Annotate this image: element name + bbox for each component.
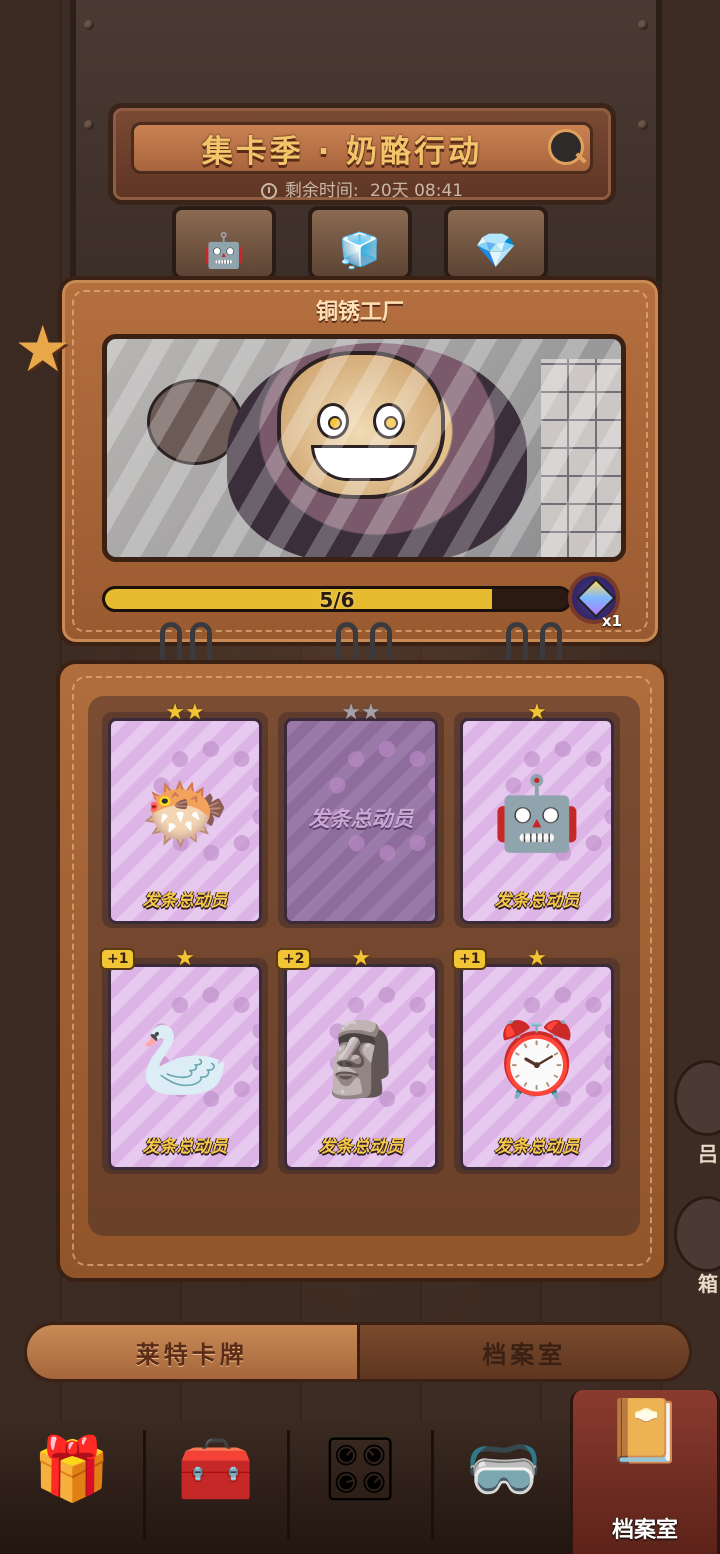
album-tab-robot[interactable]: 🤖 <box>172 206 276 280</box>
collection-card[interactable]: 发条总动员 <box>284 718 438 924</box>
page-title: 集卡季 · 奶酪行动 <box>201 133 483 170</box>
album-portrait <box>102 334 626 562</box>
tab-cards[interactable]: 莱特卡牌 <box>27 1325 360 1379</box>
title-plate: 集卡季 · 奶酪行动 剩余时间: 20天 08:41 <box>108 103 616 205</box>
collection-card[interactable]: ⏰ 发条总动员 <box>460 964 614 1170</box>
lunchbox-icon: 🧰 <box>177 1432 255 1505</box>
nav-control-panel[interactable]: 🎛 <box>288 1420 432 1554</box>
timer-row: 剩余时间: 20天 08:41 <box>113 176 611 201</box>
card-slot: ★ +1 🦢 发条总动员 <box>100 946 268 1174</box>
clock-icon <box>260 183 277 199</box>
collection-card[interactable]: 🗿 发条总动员 <box>284 964 438 1170</box>
duplicate-count-badge: +2 <box>276 948 312 970</box>
card-name: 发条总动员 <box>142 1137 228 1157</box>
control-panel-icon: 🎛 <box>320 1432 400 1505</box>
collection-card[interactable]: 🤖 发条总动员 <box>460 718 614 924</box>
album-title: 铜锈工厂 <box>315 300 404 325</box>
card-slot: ★ +2 🗿 发条总动员 <box>276 946 444 1174</box>
collection-progress-bar: 5/6 <box>102 586 572 612</box>
card-name: 发条总动员 <box>142 891 228 911</box>
card-name: 发条总动员 <box>318 1137 404 1157</box>
star-chest-icon: 🎁 <box>33 1432 111 1505</box>
nav-star-chest[interactable]: 🎁 <box>0 1420 144 1554</box>
card-stars: ★ <box>527 700 547 725</box>
goggles-chest-icon: 🥽 <box>465 1432 543 1505</box>
collection-card[interactable]: 🦢 发条总动员 <box>108 964 262 1170</box>
section-tabs: 莱特卡牌 档案室 <box>24 1322 692 1382</box>
bottom-nav: 🎁 🧰 🎛 🥽 📔 档案室 <box>0 1390 720 1554</box>
rivet <box>638 20 648 30</box>
nav-lunchbox[interactable]: 🧰 <box>144 1420 288 1554</box>
album-selector: 🤖 🧊 💎 <box>0 206 720 286</box>
rivet <box>638 120 648 130</box>
side-label-1: 吕 <box>698 1142 718 1166</box>
cannon-character: 🗿 <box>316 1017 406 1101</box>
gem-icon: 💎 <box>474 231 518 271</box>
nav-goggles-chest[interactable]: 🥽 <box>432 1420 576 1554</box>
card-slot: ★★ 发条总动员 <box>278 700 444 928</box>
archive-book-icon: 📔 <box>606 1394 684 1467</box>
reward-button[interactable]: x1 <box>568 572 622 630</box>
album-tab-cube[interactable]: 🧊 <box>308 206 412 280</box>
cube-icon: 🧊 <box>338 231 382 271</box>
album-tab-gem[interactable]: 💎 <box>444 206 548 280</box>
card-slot: ★ 🤖 发条总动员 <box>454 700 620 928</box>
nav-archive-label: 档案室 <box>611 1518 678 1543</box>
timer-label: 剩余时间: <box>284 181 359 201</box>
album-cover: 铜锈工厂 5/6 x1 <box>58 276 662 646</box>
card-tray: ★★ 🐡 发条总动员 ★★ 发条总动员 ★ 🤖 发条总动员 ★ +1 🦢 发条总动员 ★ +2 🗿 发条总动员… <box>88 696 640 1236</box>
pink-blimp-character: 🐡 <box>140 771 230 855</box>
timer-value: 20天 08:41 <box>370 181 464 201</box>
tab-archive[interactable]: 档案室 <box>359 1325 689 1379</box>
rivet <box>84 120 94 130</box>
magnifier-icon[interactable] <box>548 129 584 165</box>
dynamite-clock-character: ⏰ <box>492 1017 582 1101</box>
card-name: 发条总动员 <box>494 891 580 911</box>
collection-card[interactable]: 🐡 发条总动员 <box>108 718 262 924</box>
blue-robot-character: 🤖 <box>492 771 582 855</box>
card-stars: ★★ <box>341 700 381 725</box>
card-name: 发条总动员 <box>494 1137 580 1157</box>
side-label-2: 箱 <box>698 1272 718 1296</box>
duplicate-count-badge: +1 <box>100 948 136 970</box>
card-album-page: ★★ 🐡 发条总动员 ★★ 发条总动员 ★ 🤖 发条总动员 ★ +1 🦢 发条总动员 ★ +2 🗿 发条总动员… <box>56 660 668 1282</box>
rivet <box>84 20 94 30</box>
title-banner: 集卡季 · 奶酪行动 <box>131 122 593 174</box>
card-slot: ★★ 🐡 发条总动员 <box>102 700 268 928</box>
nav-archive[interactable]: 📔 档案室 <box>570 1390 720 1554</box>
card-name: 发条总动员 <box>308 807 414 831</box>
duplicate-count-badge: +1 <box>452 948 488 970</box>
gear-pattern <box>327 741 435 861</box>
progress-text: 5/6 <box>319 588 355 612</box>
robot-face-icon: 🤖 <box>202 231 246 271</box>
pelican-character: 🦢 <box>140 1017 230 1101</box>
star-icon: ★ <box>14 313 72 387</box>
card-stars: ★★ <box>165 700 205 725</box>
card-slot: ★ +1 ⏰ 发条总动员 <box>452 946 620 1174</box>
glass-reflection <box>107 339 621 557</box>
